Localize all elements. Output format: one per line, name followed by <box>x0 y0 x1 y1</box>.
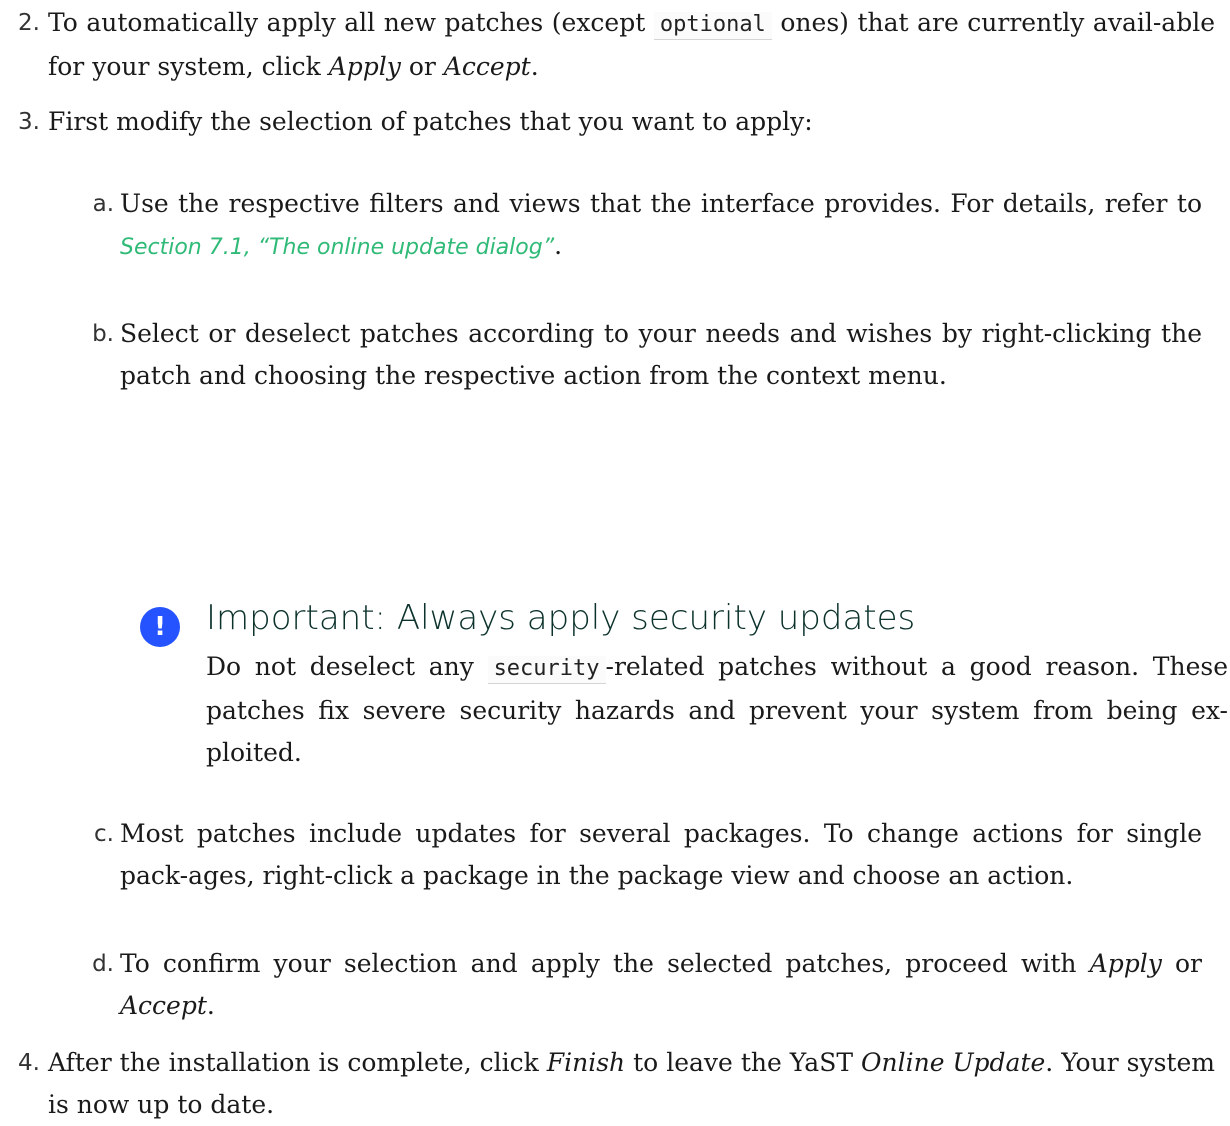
ui-label-apply: Apply <box>328 52 401 81</box>
ui-label-online-update: Online Update <box>861 1048 1046 1077</box>
substep-text: To confirm your selection and apply the … <box>120 949 1203 1020</box>
step-2: 2. To automatically apply all new patche… <box>0 2 1215 88</box>
step-4: 4. After the installation is complete, c… <box>0 1042 1215 1126</box>
step-number: 3. <box>18 109 40 135</box>
code-security: security <box>487 656 606 684</box>
step-text: To automatically apply all new patches (… <box>48 8 1215 81</box>
code-optional: optional <box>653 12 772 40</box>
ui-label-accept: Accept <box>443 52 531 81</box>
substep-c: c. Most patches include updates for seve… <box>92 813 1202 897</box>
step-text: First modify the selection of patches th… <box>48 107 813 136</box>
substep-letter: d. <box>92 951 114 977</box>
ui-label-apply: Apply <box>1089 949 1162 978</box>
ui-label-finish: Finish <box>546 1048 626 1077</box>
substep-text: Most patches include updates for several… <box>120 819 1202 890</box>
substep-letter: c. <box>94 821 114 847</box>
ui-label-accept: Accept <box>120 991 207 1020</box>
substep-d: d. To confirm your selection and apply t… <box>92 943 1202 1027</box>
step-3: 3. First modify the selection of patches… <box>0 101 1215 143</box>
substep-text: Select or deselect patches according to … <box>120 319 1202 390</box>
substep-letter: a. <box>92 191 114 217</box>
section-link[interactable]: Section 7.1, “The online update dialog” <box>120 235 554 260</box>
substep-letter: b. <box>92 321 114 347</box>
step-text: After the installation is complete, clic… <box>48 1048 1215 1119</box>
substep-b: b. Select or deselect patches according … <box>92 313 1202 397</box>
substep-text: Use the respective filters and views tha… <box>120 189 1202 260</box>
important-exclamation-icon: ! <box>140 607 180 647</box>
substep-a: a. Use the respective filters and views … <box>92 183 1202 269</box>
callout-body: Do not deselect any security -related pat… <box>206 652 1228 767</box>
step-number: 2. <box>18 10 40 36</box>
callout-title: Important: Always apply security updates <box>206 598 916 638</box>
document-page: 2. To automatically apply all new patche… <box>0 0 1230 1119</box>
step-number: 4. <box>18 1050 40 1076</box>
